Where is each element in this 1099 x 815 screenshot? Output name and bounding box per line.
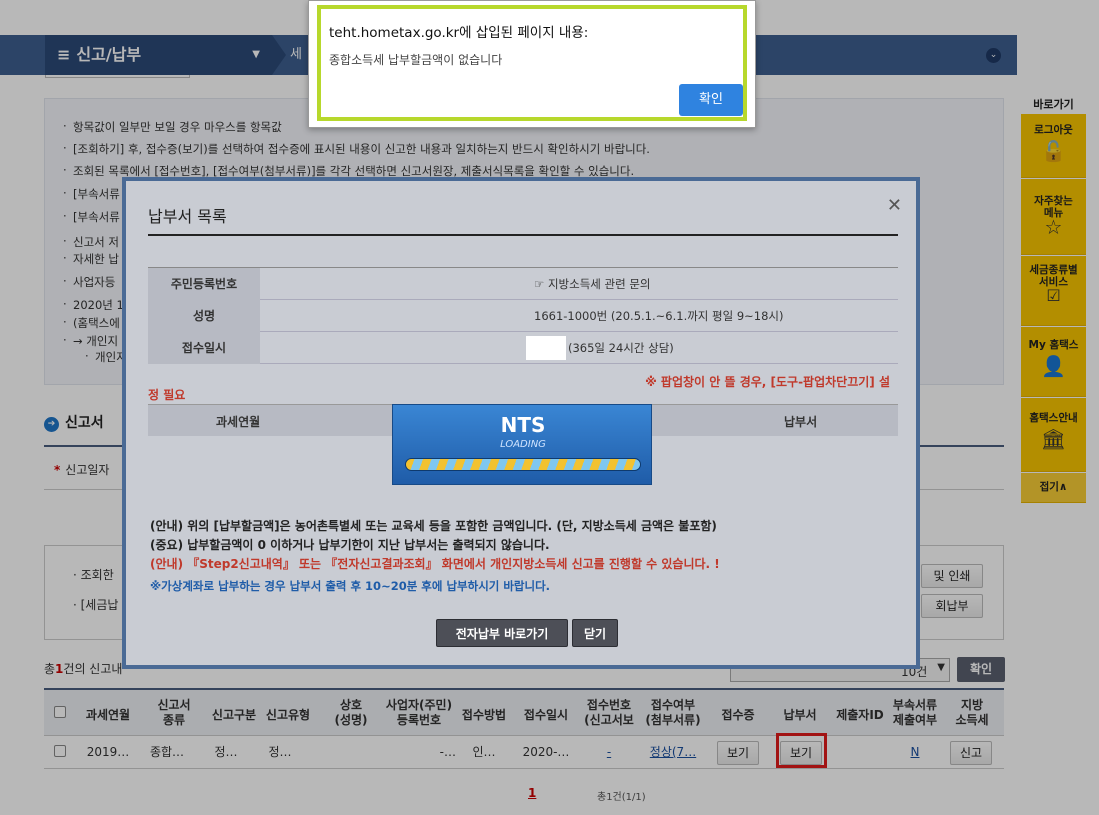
- loading-title: NTS: [500, 413, 546, 437]
- title-divider: [148, 234, 898, 236]
- loading-sub: LOADING: [500, 439, 546, 450]
- alert-message: 종합소득세 납부할금액이 없습니다: [329, 53, 503, 67]
- loading-indicator: NTS LOADING: [392, 404, 652, 485]
- note: ※가상계좌로 납부하는 경우 납부서 출력 후 10~20분 후에 납부하시기 …: [150, 579, 551, 593]
- epay-button[interactable]: 전자납부 바로가기: [436, 619, 568, 647]
- masked-field: [526, 336, 566, 360]
- close-button[interactable]: 닫기: [572, 619, 618, 647]
- close-icon[interactable]: ✕: [887, 195, 902, 216]
- info-row: 주민등록번호 ☞ 지방소득세 관련 문의: [148, 268, 898, 300]
- note: (중요) 납부할금액이 0 이하거나 납부기한이 지난 납부서는 출력되지 않습…: [150, 538, 550, 552]
- popup-warning-cont: 정 필요: [148, 388, 186, 402]
- alert-frame: teht.hometax.go.kr에 삽입된 페이지 내용: 종합소득세 납부…: [317, 5, 747, 121]
- info-row: 접수일시 (365일 24시간 상담): [148, 332, 898, 364]
- alert-title: teht.hometax.go.kr에 삽입된 페이지 내용:: [329, 25, 589, 41]
- info-row: 성명 1661-1000번 (20.5.1.~6.1.까지 평일 9~18시): [148, 300, 898, 332]
- browser-alert: teht.hometax.go.kr에 삽입된 페이지 내용: 종합소득세 납부…: [308, 0, 756, 128]
- info-table: 주민등록번호 ☞ 지방소득세 관련 문의 성명 1661-1000번 (20.5…: [148, 267, 898, 364]
- alert-ok-button[interactable]: 확인: [679, 84, 743, 116]
- modal-title: 납부서 목록: [148, 207, 227, 226]
- note: (안내) 『Step2신고내역』 또는 『전자신고결과조회』 화면에서 개인지방…: [150, 557, 720, 571]
- popup-warning: ※ 팝업창이 안 뜰 경우, [도구-팝업차단끄기] 설: [645, 375, 890, 389]
- loading-bar: [405, 458, 641, 471]
- note: (안내) 위의 [납부할금액]은 농어촌특별세 또는 교육세 등을 포함한 금액…: [150, 519, 717, 533]
